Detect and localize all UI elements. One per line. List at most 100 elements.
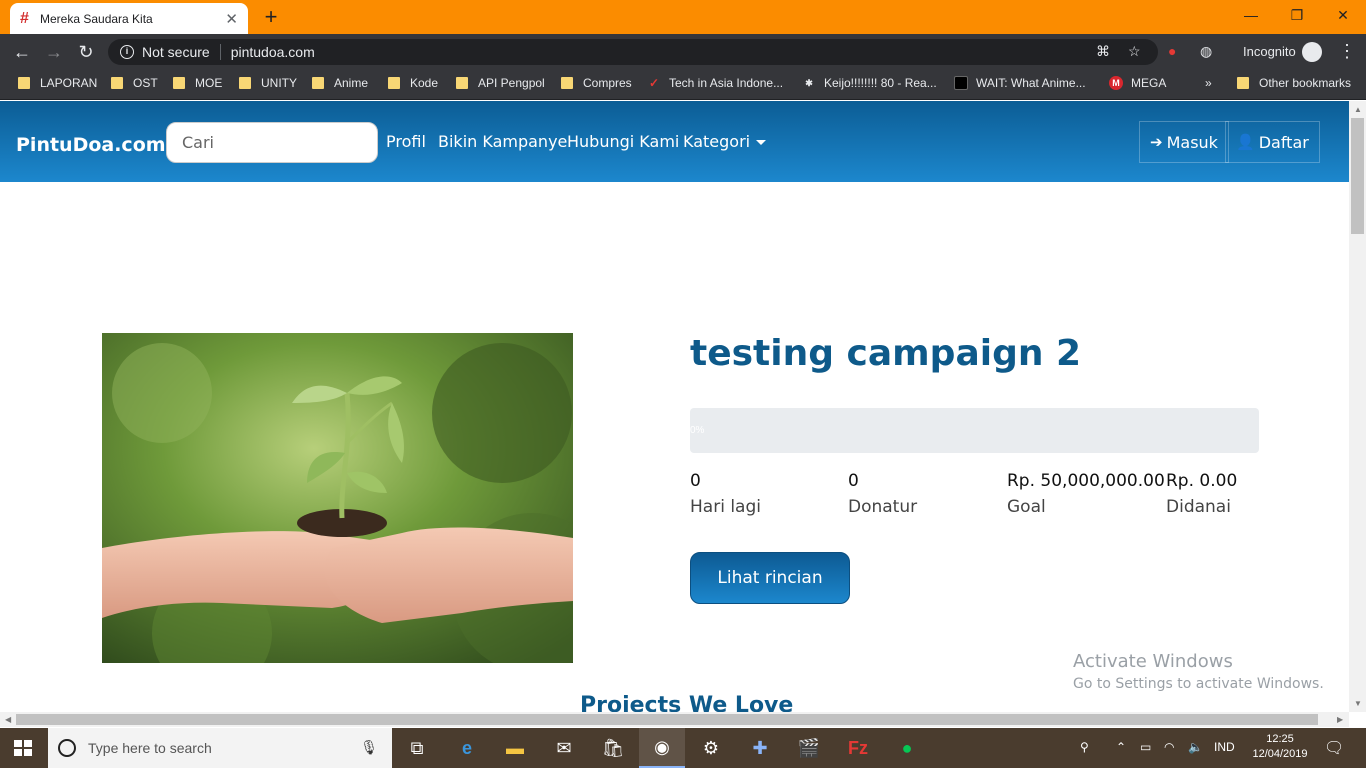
browser-toolbar: ← → ↻ i Not secure pintudoa.com ⌘ ☆ ● ◍ … <box>0 34 1366 70</box>
scroll-up-icon[interactable]: ▲ <box>1354 105 1362 114</box>
new-tab-button[interactable]: + <box>258 3 284 31</box>
incognito-avatar-icon[interactable] <box>1302 42 1322 62</box>
nav-link-profil[interactable]: Profil <box>386 132 426 151</box>
bookmark-label: Kode <box>410 76 439 90</box>
scroll-left-icon[interactable]: ◀ <box>5 715 11 724</box>
stat-label: Hari lagi <box>690 497 761 517</box>
stat-goal: Rp. 50,000,000.00 Goal <box>1007 471 1167 517</box>
restore-button[interactable]: ❐ <box>1274 0 1320 30</box>
task-view-icon[interactable]: ⧉ <box>394 728 440 768</box>
scroll-down-icon[interactable]: ▼ <box>1354 699 1362 708</box>
info-icon[interactable]: i <box>120 45 134 59</box>
tab-title: Mereka Saudara Kita <box>40 11 153 26</box>
battery-icon[interactable]: ▭ <box>1140 740 1151 754</box>
page-icon: ✱ <box>805 78 813 88</box>
network-app-icon[interactable]: ✚ <box>737 728 783 768</box>
close-window-button[interactable]: ✕ <box>1320 0 1366 30</box>
login-label: Masuk <box>1166 132 1218 152</box>
search-input[interactable] <box>166 122 378 163</box>
stat-value: Rp. 0.00 <box>1166 471 1238 491</box>
folder-icon <box>173 77 185 89</box>
bookmark-item[interactable]: Anime <box>312 76 368 90</box>
file-explorer-icon[interactable]: ▬ <box>492 728 538 768</box>
language-indicator[interactable]: IND <box>1214 740 1235 754</box>
bookmarks-overflow[interactable]: » <box>1205 76 1212 90</box>
wifi-icon[interactable]: ◠ <box>1164 740 1174 754</box>
login-button[interactable]: ➔ Masuk <box>1139 121 1229 163</box>
bookmark-label: LAPORAN <box>40 76 98 90</box>
bookmark-label: UNITY <box>261 76 297 90</box>
bookmark-item[interactable]: Kode <box>388 76 438 90</box>
people-icon[interactable]: ⚲ <box>1080 740 1089 754</box>
bookmark-item[interactable]: MOE <box>173 76 222 90</box>
view-details-button[interactable]: Lihat rincian <box>690 552 850 604</box>
stat-days-left: 0 Hari lagi <box>690 471 850 517</box>
browser-tab[interactable]: # Mereka Saudara Kita ✕ <box>10 3 248 34</box>
stat-value: 0 <box>848 471 859 491</box>
bookmark-label: Anime <box>334 76 369 90</box>
bookmark-item[interactable]: UNITY <box>239 76 297 90</box>
notifications-icon[interactable]: 🗨 <box>1324 738 1344 758</box>
stat-value: 0 <box>690 471 701 491</box>
bookmark-item[interactable]: OST <box>111 76 158 90</box>
chrome-icon[interactable]: ◉ <box>639 728 685 768</box>
address-bar[interactable]: i Not secure pintudoa.com <box>108 39 1158 65</box>
windows-start-icon[interactable] <box>14 740 32 756</box>
bookmark-item[interactable]: ✱ Keijo!!!!!!!! 80 - Rea... <box>802 76 937 90</box>
watermark-title: Activate Windows <box>1073 651 1233 672</box>
nav-link-bikin-kampanye[interactable]: Bikin Kampanye <box>438 132 567 151</box>
bookmark-item[interactable]: M MEGA <box>1109 76 1166 90</box>
folder-icon <box>561 77 573 89</box>
bookmark-item[interactable]: LAPORAN <box>18 76 97 90</box>
folder-icon <box>1237 77 1249 89</box>
minimize-button[interactable]: — <box>1228 0 1274 30</box>
bookmark-label: API Pengpol <box>478 76 545 90</box>
steam-icon[interactable]: ⚙ <box>688 728 734 768</box>
bookmark-item[interactable]: Other bookmarks <box>1237 76 1351 90</box>
register-button[interactable]: 👤 Daftar <box>1225 121 1320 163</box>
menu-dots-icon[interactable]: ⋮ <box>1338 40 1356 62</box>
nav-link-hubungi-kami[interactable]: Hubungi Kami <box>567 132 679 151</box>
nav-dropdown-kategori[interactable]: Kategori <box>683 132 767 151</box>
bookmark-item[interactable]: API Pengpol <box>456 76 545 90</box>
site-brand[interactable]: PintuDoa.com <box>16 134 166 156</box>
microphone-icon[interactable]: 🎙 <box>360 739 378 756</box>
watermark-subtitle: Go to Settings to activate Windows. <box>1073 676 1324 692</box>
horizontal-scroll-thumb[interactable] <box>16 714 1318 725</box>
page-icon <box>954 76 968 90</box>
mail-icon[interactable]: ✉ <box>541 728 587 768</box>
bookmark-star-icon[interactable]: ☆ <box>1128 43 1141 60</box>
filezilla-icon[interactable]: Fz <box>835 728 881 768</box>
taskbar-search[interactable]: Type here to search 🎙 <box>48 728 392 768</box>
video-editor-icon[interactable]: 🎬 <box>786 728 832 768</box>
translate-icon[interactable]: ⌘ <box>1096 43 1110 60</box>
forward-button[interactable]: → <box>40 38 68 66</box>
system-clock[interactable]: 12:25 12/04/2019 <box>1250 732 1310 762</box>
extension-globe-icon[interactable]: ◍ <box>1200 43 1212 60</box>
bookmark-label: Tech in Asia Indone... <box>669 76 784 90</box>
horizontal-scrollbar[interactable]: ◀ ▶ <box>0 712 1349 727</box>
line-icon[interactable]: ● <box>884 728 930 768</box>
bookmark-label: OST <box>133 76 158 90</box>
extension-stop-icon[interactable]: ● <box>1168 43 1176 59</box>
mega-icon: M <box>1109 76 1123 90</box>
campaign-image[interactable] <box>102 333 573 663</box>
edge-icon[interactable]: e <box>444 728 490 768</box>
folder-icon <box>111 77 123 89</box>
cortana-icon <box>58 739 76 757</box>
bookmark-item[interactable]: WAIT: What Anime... <box>954 76 1086 90</box>
bookmark-item[interactable]: Compres <box>561 76 632 90</box>
vertical-scrollbar[interactable]: ▲ ▼ <box>1349 101 1366 712</box>
scroll-right-icon[interactable]: ▶ <box>1337 715 1343 724</box>
stat-donors: 0 Donatur <box>848 471 1008 517</box>
taskbar-search-placeholder: Type here to search <box>88 740 212 756</box>
tray-chevron-icon[interactable]: ⌃ <box>1116 740 1126 754</box>
vertical-scroll-thumb[interactable] <box>1351 118 1364 234</box>
volume-icon[interactable]: 🔈 <box>1188 740 1203 754</box>
back-button[interactable]: ← <box>8 38 36 66</box>
windows-taskbar: Type here to search 🎙 ⧉ e ▬ ✉ 🛍 ◉ ⚙ ✚ 🎬 … <box>0 728 1366 768</box>
reload-button[interactable]: ↻ <box>72 38 100 66</box>
tab-close-icon[interactable]: ✕ <box>225 10 238 28</box>
store-icon[interactable]: 🛍 <box>590 728 636 768</box>
bookmark-item[interactable]: ✓ Tech in Asia Indone... <box>647 76 783 90</box>
